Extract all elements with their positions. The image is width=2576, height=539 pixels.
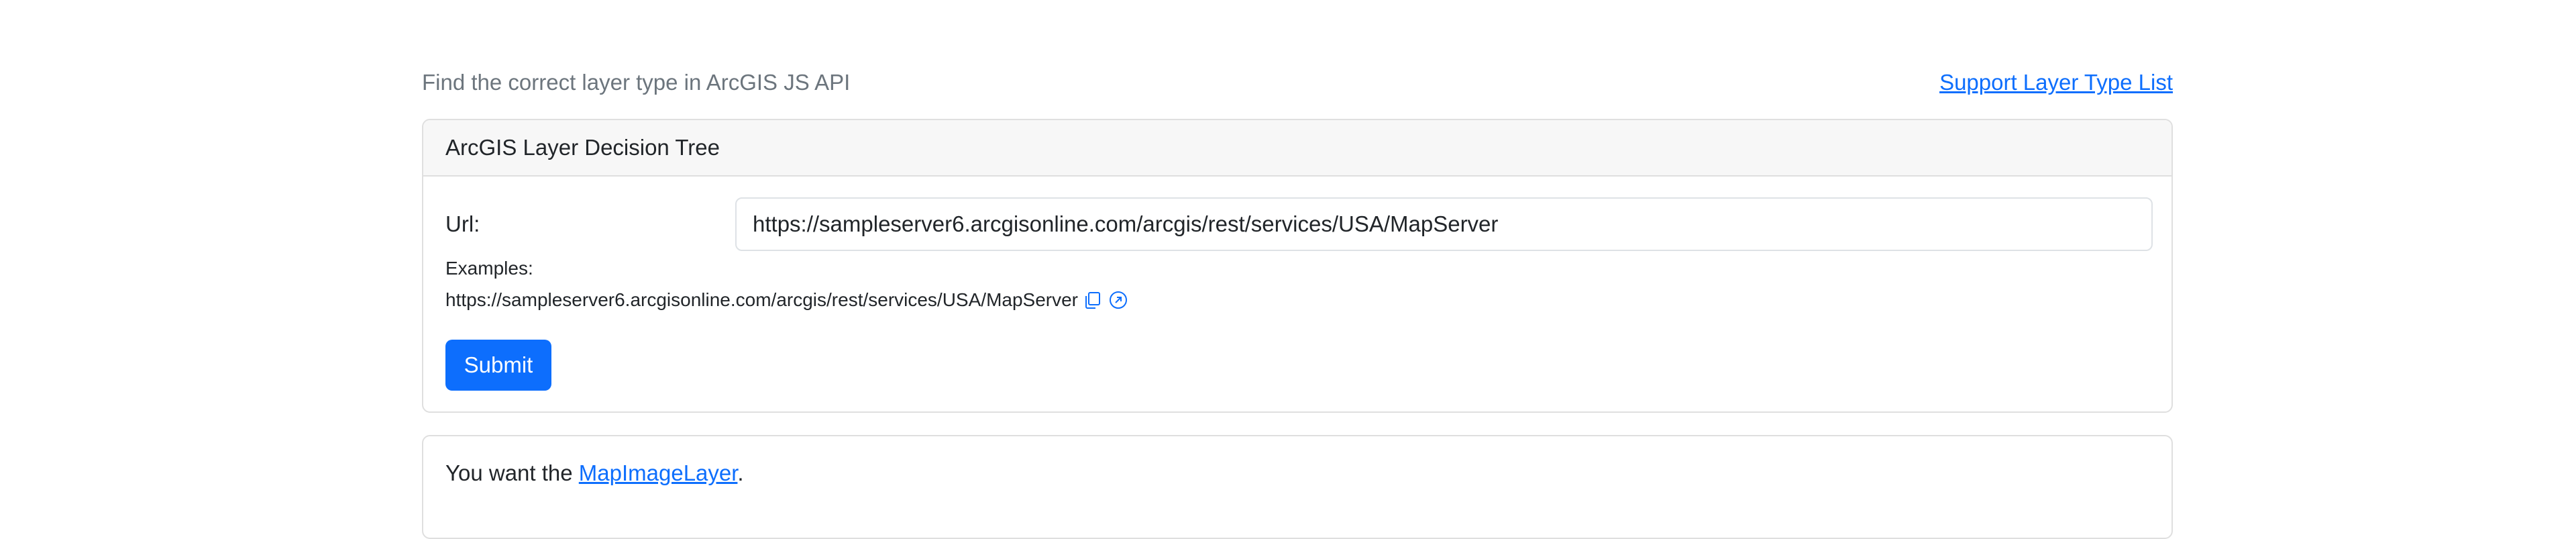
url-row: Url: bbox=[445, 197, 2153, 251]
submit-button[interactable]: Submit bbox=[445, 340, 551, 391]
example-item: https://sampleserver6.arcgisonline.com/a… bbox=[445, 289, 1129, 311]
page-header: Find the correct layer type in ArcGIS JS… bbox=[422, 66, 2173, 99]
example-url: https://sampleserver6.arcgisonline.com/a… bbox=[445, 289, 1079, 310]
support-layer-type-list-link[interactable]: Support Layer Type List bbox=[1939, 70, 2173, 95]
open-link-icon[interactable] bbox=[1108, 289, 1129, 311]
url-label: Url: bbox=[445, 211, 480, 236]
result-message: You want the MapImageLayer. bbox=[445, 460, 744, 486]
result-suffix: . bbox=[737, 460, 744, 485]
decision-tree-card: ArcGIS Layer Decision Tree Url: Examples… bbox=[422, 119, 2173, 413]
layer-type-link[interactable]: MapImageLayer bbox=[579, 460, 738, 485]
result-prefix: You want the bbox=[445, 460, 579, 485]
url-input[interactable] bbox=[735, 197, 2153, 251]
copy-icon[interactable] bbox=[1082, 289, 1104, 311]
result-card: You want the MapImageLayer. bbox=[422, 435, 2173, 539]
examples-label: Examples: bbox=[445, 258, 533, 279]
page-title: Find the correct layer type in ArcGIS JS… bbox=[422, 70, 851, 95]
card-header: ArcGIS Layer Decision Tree bbox=[423, 120, 2171, 177]
card-title: ArcGIS Layer Decision Tree bbox=[445, 135, 720, 160]
